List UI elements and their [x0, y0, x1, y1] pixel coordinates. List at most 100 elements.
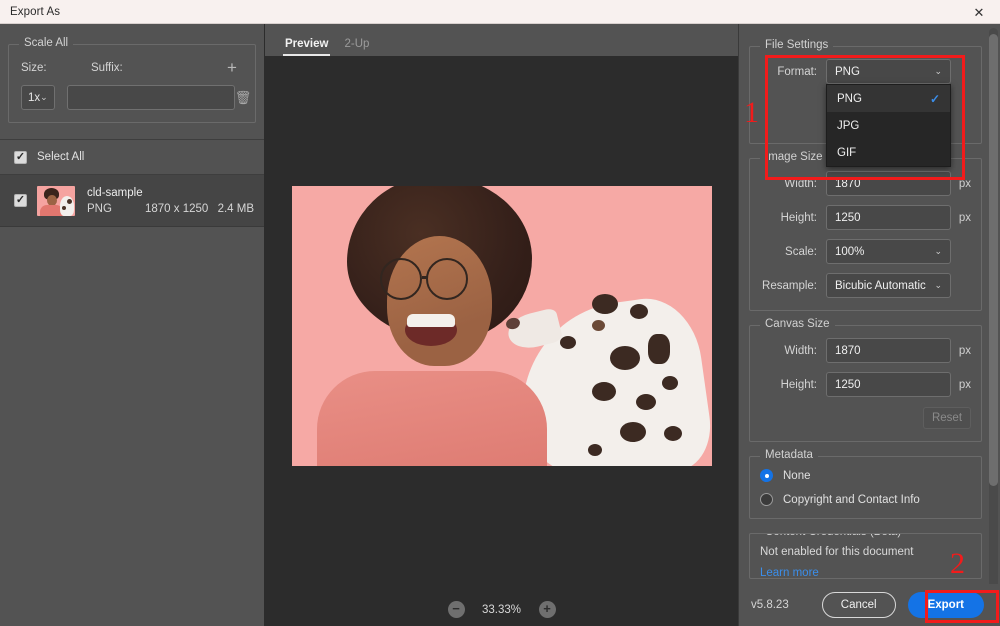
- close-icon[interactable]: ✕: [958, 0, 1000, 24]
- metadata-option-none[interactable]: None: [760, 469, 971, 482]
- plus-icon[interactable]: +: [221, 59, 243, 76]
- image-size-group: Image Size Width: 1870 px Height: 1250 p…: [749, 151, 982, 311]
- canvas-height-value: 1250: [835, 378, 861, 391]
- zoom-level: 33.33%: [481, 603, 521, 616]
- file-dimensions: 1870 x 1250: [145, 202, 209, 215]
- scale-all-legend: Scale All: [19, 37, 74, 49]
- preview-area: − 33.33% +: [265, 56, 738, 626]
- image-height-input[interactable]: 1250: [826, 205, 951, 230]
- scale-all-controls-row: 1x ⌄ 🗑: [21, 85, 251, 110]
- canvas-height-label: Height:: [780, 378, 817, 391]
- image-width-value: 1870: [835, 177, 861, 190]
- menu-item-jpg-label: JPG: [837, 119, 860, 132]
- canvas-height-input[interactable]: 1250: [826, 372, 951, 397]
- menu-item-png[interactable]: PNG ✓: [827, 85, 950, 112]
- image-height-unit: px: [958, 211, 971, 224]
- list-item[interactable]: cld-sample PNG 1870 x 1250 2.4 MB: [0, 175, 264, 227]
- size-select[interactable]: 1x ⌄: [21, 85, 55, 110]
- canvas-height-row: Height: 1250 px: [760, 372, 971, 397]
- left-panel: Scale All Size: Suffix: + 1x ⌄ 🗑 Select …: [0, 24, 265, 626]
- select-all-row[interactable]: Select All: [0, 139, 264, 175]
- file-meta: cld-sample PNG 1870 x 1250 2.4 MB: [87, 187, 264, 215]
- radio-copyright[interactable]: [760, 493, 773, 506]
- image-width-label: Width:: [784, 177, 817, 190]
- chevron-down-icon: ⌄: [40, 92, 48, 102]
- export-button[interactable]: Export: [907, 592, 984, 618]
- image-width-input[interactable]: 1870: [826, 171, 951, 196]
- image-resample-label: Resample:: [762, 279, 817, 292]
- canvas-width-input[interactable]: 1870: [826, 338, 951, 363]
- format-label: Format:: [777, 65, 817, 78]
- menu-item-gif[interactable]: GIF: [827, 139, 950, 166]
- version-label: v5.8.23: [751, 599, 789, 611]
- tab-2up[interactable]: 2-Up: [336, 38, 377, 56]
- size-label: Size:: [21, 61, 47, 74]
- content-credentials-group: Content Credentials (Beta) Not enabled f…: [749, 533, 982, 579]
- check-icon: ✓: [929, 91, 940, 106]
- size-select-value: 1x: [28, 91, 41, 104]
- suffix-input[interactable]: [66, 85, 235, 110]
- image-width-unit: px: [958, 177, 971, 190]
- image-resample-select[interactable]: Bicubic Automatic ⌄: [826, 273, 951, 298]
- format-dropdown[interactable]: PNG ⌄: [826, 59, 951, 84]
- image-scale-label: Scale:: [785, 245, 817, 258]
- scale-all-group: Scale All Size: Suffix: + 1x ⌄ 🗑: [8, 37, 256, 123]
- metadata-legend: Metadata: [760, 449, 818, 461]
- file-checkbox[interactable]: [14, 194, 27, 207]
- menu-item-png-label: PNG: [837, 92, 862, 105]
- chevron-down-icon: ⌄: [934, 246, 942, 256]
- image-resample-row: Resample: Bicubic Automatic ⌄: [760, 273, 971, 298]
- image-height-label: Height:: [780, 211, 817, 224]
- image-resample-value: Bicubic Automatic: [835, 279, 926, 292]
- content-credentials-legend: Content Credentials (Beta): [760, 534, 907, 538]
- format-value: PNG: [835, 65, 860, 78]
- learn-more-link[interactable]: Learn more: [760, 567, 971, 578]
- file-details: PNG 1870 x 1250 2.4 MB: [87, 203, 254, 215]
- radio-none[interactable]: [760, 469, 773, 482]
- canvas-width-label: Width:: [784, 344, 817, 357]
- zoom-in-icon[interactable]: +: [538, 601, 556, 618]
- file-settings-group: File Settings Format: PNG ⌄ PNG ✓ JPG GI…: [749, 39, 982, 167]
- metadata-option-copyright[interactable]: Copyright and Contact Info: [760, 493, 971, 506]
- window-titlebar: Export As ✕: [0, 0, 1000, 24]
- reset-row: Reset: [760, 407, 971, 429]
- format-row: Format: PNG ⌄ PNG ✓ JPG GIF: [760, 59, 971, 167]
- tab-preview[interactable]: Preview: [277, 38, 336, 56]
- chevron-down-icon: ⌄: [934, 66, 942, 76]
- radio-copyright-label: Copyright and Contact Info: [783, 493, 920, 506]
- chevron-down-icon: ⌄: [934, 280, 942, 290]
- zoom-controls: − 33.33% +: [265, 601, 738, 618]
- annotation-number-2: 2: [950, 547, 965, 580]
- suffix-label: Suffix:: [91, 61, 123, 74]
- image-width-row: Width: 1870 px: [760, 171, 971, 196]
- right-panel: File Settings Format: PNG ⌄ PNG ✓ JPG GI…: [738, 24, 1000, 626]
- image-scale-select[interactable]: 100% ⌄: [826, 239, 951, 264]
- menu-item-jpg[interactable]: JPG: [827, 112, 950, 139]
- cancel-button[interactable]: Cancel: [821, 592, 896, 618]
- trash-icon[interactable]: 🗑: [235, 90, 252, 106]
- select-all-checkbox[interactable]: [14, 150, 27, 164]
- canvas-width-value: 1870: [835, 344, 861, 357]
- image-height-row: Height: 1250 px: [760, 205, 971, 230]
- format-dropdown-menu: PNG ✓ JPG GIF: [826, 84, 951, 167]
- file-name: cld-sample: [87, 186, 143, 199]
- window-title: Export As: [10, 5, 61, 18]
- annotation-number-1: 1: [744, 96, 759, 129]
- dialog-footer: v5.8.23 Cancel Export: [741, 584, 1000, 626]
- reset-button[interactable]: Reset: [923, 407, 971, 429]
- zoom-out-icon[interactable]: −: [447, 601, 465, 618]
- select-all-label: Select All: [37, 151, 85, 163]
- scale-all-header-row: Size: Suffix: +: [21, 59, 243, 76]
- canvas-height-unit: px: [958, 378, 971, 391]
- file-settings-legend: File Settings: [760, 39, 834, 51]
- image-scale-row: Scale: 100% ⌄: [760, 239, 971, 264]
- metadata-group: Metadata None Copyright and Contact Info: [749, 449, 982, 519]
- image-scale-value: 100%: [835, 245, 865, 258]
- format-dropdown-wrap: PNG ⌄ PNG ✓ JPG GIF: [826, 59, 951, 167]
- canvas-width-unit: px: [958, 344, 971, 357]
- right-panel-scrollbar[interactable]: [989, 28, 998, 588]
- menu-item-gif-label: GIF: [837, 146, 857, 159]
- center-panel: Preview 2-Up − 33.33% +: [265, 24, 738, 626]
- scrollbar-thumb[interactable]: [989, 34, 998, 486]
- file-format: PNG: [87, 202, 112, 215]
